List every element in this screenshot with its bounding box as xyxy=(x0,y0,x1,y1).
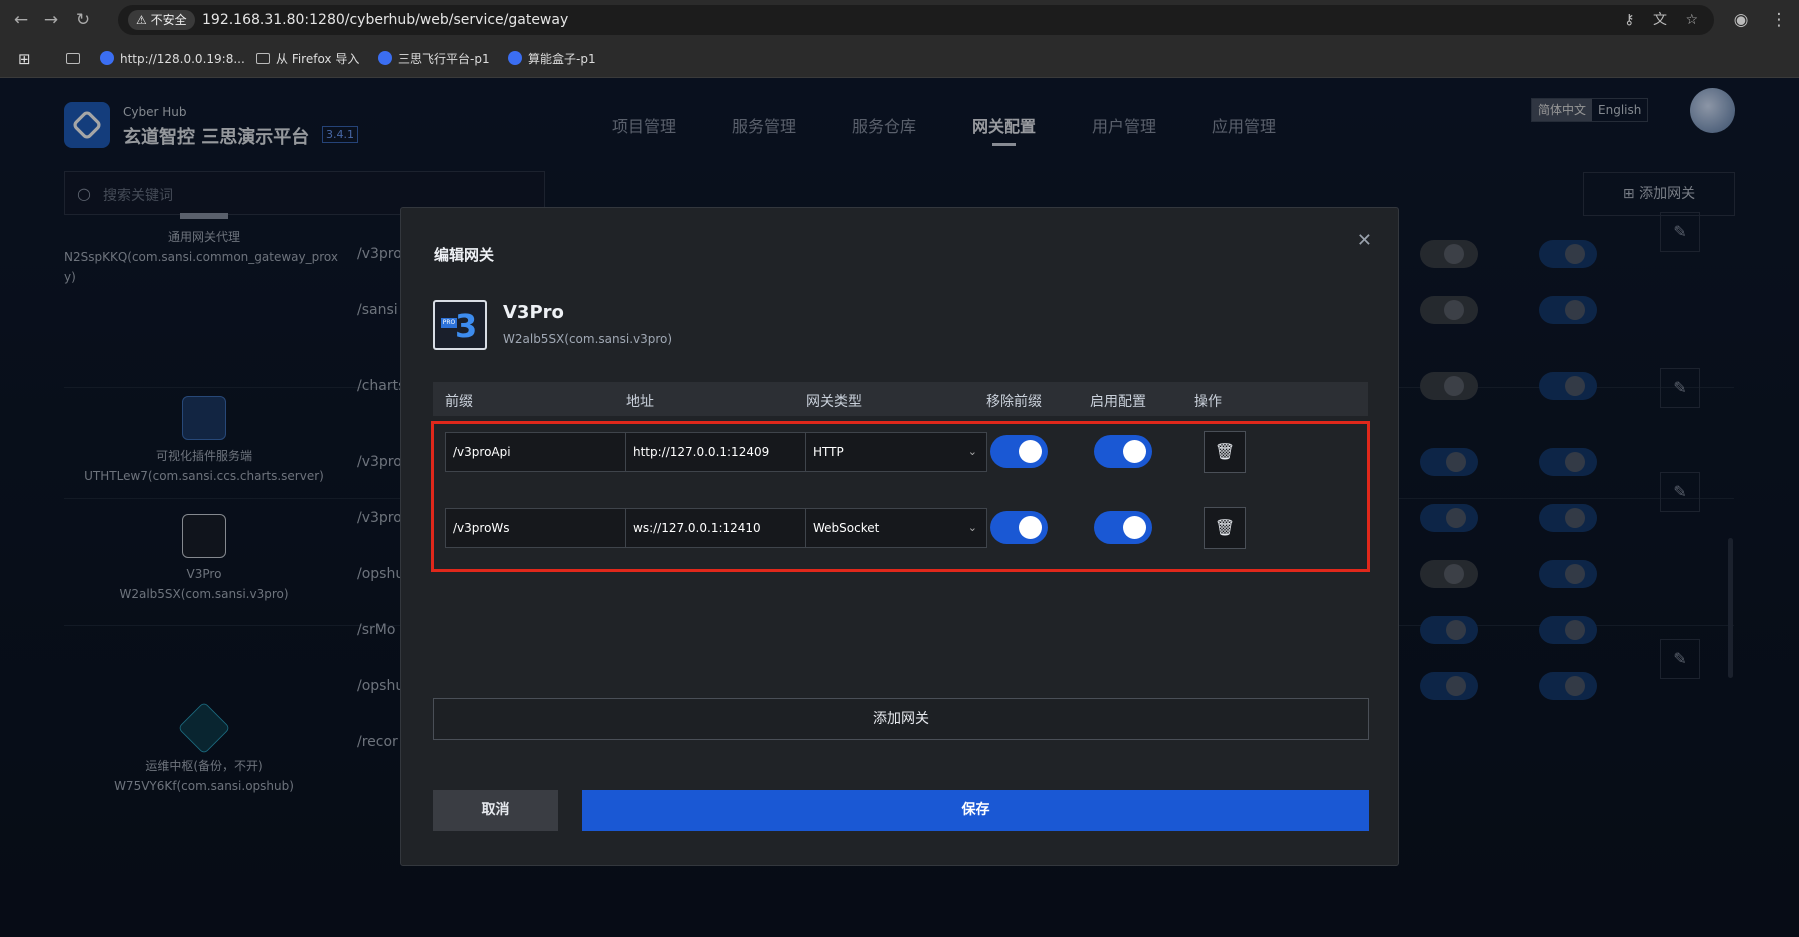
bookmark-3[interactable]: 三思飞行平台-p1 xyxy=(378,49,490,69)
save-button[interactable]: 保存 xyxy=(582,790,1369,831)
browser-toolbar: ← → ↻ ⚠ 不安全 192.168.31.80:1280/cyberhub/… xyxy=(0,0,1799,40)
bookmark-2[interactable]: 从 Firefox 导入 xyxy=(256,49,359,69)
service-id: W2alb5SX(com.sansi.v3pro) xyxy=(503,332,673,346)
header-enabled: 启用配置 xyxy=(1090,394,1146,410)
folder-icon xyxy=(256,53,270,64)
apps-grid-icon[interactable]: ⊞ xyxy=(18,49,31,69)
add-gateway-button[interactable]: 添加网关 xyxy=(433,698,1369,740)
bookmark-label: 从 Firefox 导入 xyxy=(276,52,360,66)
bookmark-label: http://128.0.0.19:8... xyxy=(120,52,245,66)
logo-digit: 3 xyxy=(455,307,478,345)
globe-icon xyxy=(508,51,522,65)
bookmarks-bar: ⊞ http://128.0.0.19:8... 从 Firefox 导入 三思… xyxy=(0,40,1799,78)
header-address: 地址 xyxy=(626,394,654,410)
profile-icon[interactable]: ◉ xyxy=(1730,9,1752,31)
globe-icon xyxy=(100,51,114,65)
address-bar[interactable]: ⚠ 不安全 192.168.31.80:1280/cyberhub/web/se… xyxy=(118,5,1714,35)
bookmark-4[interactable]: 算能盒子-p1 xyxy=(508,49,596,69)
modal-title: 编辑网关 xyxy=(434,246,495,264)
edit-gateway-modal: 编辑网关 ✕ PRO 3 V3Pro W2alb5SX(com.sansi.v3… xyxy=(400,207,1399,866)
url-text[interactable]: 192.168.31.80:1280/cyberhub/web/service/… xyxy=(202,5,568,35)
close-icon[interactable]: ✕ xyxy=(1357,230,1372,251)
security-chip[interactable]: ⚠ 不安全 xyxy=(128,10,195,30)
bookmark-label: 算能盒子-p1 xyxy=(528,52,596,66)
reload-icon[interactable]: ↻ xyxy=(72,9,94,31)
back-icon[interactable]: ← xyxy=(10,9,32,31)
service-name: V3Pro xyxy=(503,302,564,323)
table-header: 前缀 地址 网关类型 移除前缀 启用配置 操作 xyxy=(433,382,1368,416)
cancel-button[interactable]: 取消 xyxy=(433,790,558,831)
globe-icon xyxy=(378,51,392,65)
forward-icon[interactable]: → xyxy=(40,9,62,31)
bookmark-1[interactable]: http://128.0.0.19:8... xyxy=(100,49,245,69)
header-actions: 操作 xyxy=(1194,394,1222,410)
bookmark-label: 三思飞行平台-p1 xyxy=(398,52,490,66)
header-type: 网关类型 xyxy=(806,394,862,410)
highlight-box xyxy=(431,421,1370,572)
key-icon[interactable]: ⚷ xyxy=(1624,12,1634,28)
more-icon[interactable]: ⋮ xyxy=(1768,9,1790,31)
folder-icon[interactable] xyxy=(66,49,86,69)
header-prefix: 前缀 xyxy=(445,394,473,410)
v3pro-logo: PRO 3 xyxy=(433,300,487,350)
security-label: 不安全 xyxy=(150,13,187,27)
header-strip-prefix: 移除前缀 xyxy=(986,394,1042,410)
translate-icon[interactable]: 文 xyxy=(1653,12,1667,28)
star-icon[interactable]: ☆ xyxy=(1685,12,1698,28)
